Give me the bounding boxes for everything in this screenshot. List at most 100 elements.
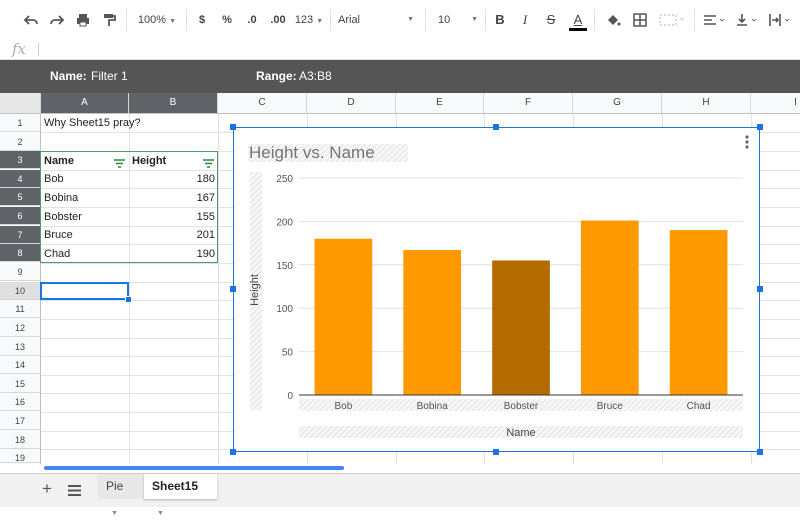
decrease-decimals-button[interactable]: .0: [242, 8, 262, 32]
cell-name[interactable]: Bobina: [44, 189, 124, 207]
sheet-tab-pie[interactable]: Pie ▼: [98, 474, 144, 517]
embedded-chart[interactable]: Height vs. Name Height Name 0 50 100 150 200…: [233, 127, 760, 452]
row-header-15[interactable]: 15: [0, 375, 40, 393]
cell-a1[interactable]: Why Sheet15 pray?: [44, 114, 214, 132]
font-select[interactable]: Arial ▼: [338, 8, 418, 32]
column-header-f[interactable]: F: [484, 93, 573, 113]
cell-name[interactable]: Bruce: [44, 226, 124, 244]
select-all-corner[interactable]: [0, 93, 41, 113]
cell-height[interactable]: 155: [132, 208, 215, 226]
column-header-i[interactable]: I: [751, 93, 800, 113]
resize-handle[interactable]: [230, 449, 236, 455]
bar-bruce[interactable]: [580, 220, 639, 395]
sheet-tab-sheet15[interactable]: Sheet15 ▼: [144, 474, 217, 517]
horizontal-align-icon[interactable]: [700, 8, 728, 32]
resize-handle[interactable]: [230, 286, 236, 292]
bar-bobina[interactable]: [403, 250, 462, 395]
column-header-d[interactable]: D: [307, 93, 396, 113]
filter-range-value[interactable]: A3:B8: [299, 69, 332, 83]
resize-handle[interactable]: [757, 124, 763, 130]
row-header-11[interactable]: 11: [0, 300, 40, 318]
formula-input[interactable]: [44, 40, 784, 58]
all-sheets-icon[interactable]: [68, 483, 81, 501]
row-header-18[interactable]: 18: [0, 431, 40, 449]
bar-bobster[interactable]: [492, 260, 550, 395]
cell-name[interactable]: Bobster: [44, 208, 124, 226]
row-header-8[interactable]: 8: [0, 244, 40, 262]
resize-handle[interactable]: [757, 286, 763, 292]
toolbar-divider: [330, 9, 331, 31]
column-header-b[interactable]: B: [129, 93, 218, 113]
chart-menu-icon[interactable]: [740, 132, 754, 152]
cell-height[interactable]: 167: [132, 189, 215, 207]
row-header-9[interactable]: 9: [0, 263, 40, 281]
resize-handle[interactable]: [493, 449, 499, 455]
bold-button[interactable]: B: [491, 8, 509, 32]
cell-height[interactable]: 201: [132, 226, 215, 244]
chart-title: Height vs. Name: [249, 143, 375, 162]
horizontal-scrollbar[interactable]: [44, 466, 344, 470]
bar-chad[interactable]: [669, 230, 728, 395]
filter-name-value[interactable]: Filter 1: [91, 69, 128, 83]
column-header-g[interactable]: G: [573, 93, 662, 113]
header-height[interactable]: Height: [132, 152, 212, 170]
font-size-select[interactable]: 10 ▼: [432, 8, 480, 32]
row-header-17[interactable]: 17: [0, 412, 40, 430]
column-header-c[interactable]: C: [218, 93, 307, 113]
row-header-14[interactable]: 14: [0, 356, 40, 374]
row-header-13[interactable]: 13: [0, 338, 40, 356]
italic-button[interactable]: I: [516, 8, 534, 32]
bar-bob[interactable]: [314, 238, 373, 395]
chevron-down-icon: ▼: [407, 16, 414, 23]
borders-icon[interactable]: [629, 8, 651, 32]
cell-height[interactable]: 190: [132, 245, 215, 263]
chevron-down-icon: ▼: [471, 16, 478, 23]
resize-handle[interactable]: [230, 124, 236, 130]
cell-name[interactable]: Bob: [44, 170, 124, 188]
row-header-6[interactable]: 6: [0, 207, 40, 225]
toolbar-divider: [594, 9, 595, 31]
x-tick-label: Chad: [687, 401, 711, 412]
resize-handle[interactable]: [757, 449, 763, 455]
text-color-button[interactable]: A: [568, 8, 588, 32]
percent-format-button[interactable]: %: [218, 8, 236, 32]
row-header-2[interactable]: 2: [0, 133, 40, 151]
toolbar-divider: [126, 9, 127, 31]
cell-name[interactable]: Chad: [44, 245, 124, 263]
currency-format-button[interactable]: $: [193, 8, 211, 32]
increase-decimals-button[interactable]: .00: [266, 8, 290, 32]
fill-color-icon[interactable]: [602, 8, 624, 32]
undo-icon[interactable]: [20, 8, 42, 32]
print-icon[interactable]: [72, 8, 94, 32]
column-header-h[interactable]: H: [662, 93, 751, 113]
column-header-a[interactable]: A: [41, 93, 129, 113]
row-header-3[interactable]: 3: [0, 151, 40, 169]
paint-format-icon[interactable]: [98, 8, 120, 32]
row-header-12[interactable]: 12: [0, 319, 40, 337]
fill-handle[interactable]: [125, 296, 132, 303]
text-wrapping-icon[interactable]: [764, 8, 794, 32]
merge-cells-icon[interactable]: [655, 8, 689, 32]
more-formats-button[interactable]: 123 ▼: [294, 8, 324, 32]
strikethrough-button[interactable]: S: [542, 8, 560, 32]
row-header-10[interactable]: 10: [0, 282, 40, 300]
vertical-align-icon[interactable]: [732, 8, 760, 32]
add-sheet-icon[interactable]: +: [42, 478, 52, 500]
header-name[interactable]: Name: [44, 152, 124, 170]
row-header-4[interactable]: 4: [0, 170, 40, 188]
resize-handle[interactable]: [493, 124, 499, 130]
row-header-19[interactable]: 19: [0, 449, 40, 463]
row-header-1[interactable]: 1: [0, 114, 40, 132]
zoom-select[interactable]: 100% ▼: [132, 8, 182, 32]
y-tick-label: 50: [282, 348, 294, 359]
column-header-e[interactable]: E: [396, 93, 484, 113]
row-header-5[interactable]: 5: [0, 188, 40, 206]
selected-cell-a10[interactable]: [40, 282, 129, 300]
cell-height[interactable]: 180: [132, 170, 215, 188]
redo-icon[interactable]: [46, 8, 68, 32]
row-header-16[interactable]: 16: [0, 393, 40, 411]
filter-view-bar: Name: Filter 1 Range: A3:B8: [0, 60, 800, 93]
x-tick-label: Bob: [335, 401, 353, 412]
x-tick-label: Bobina: [417, 401, 449, 412]
row-header-7[interactable]: 7: [0, 226, 40, 244]
